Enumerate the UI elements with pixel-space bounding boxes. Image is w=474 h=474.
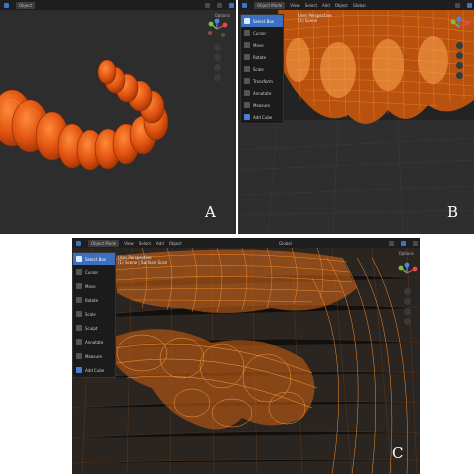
nav-controls[interactable] bbox=[456, 42, 463, 79]
tool-scale[interactable]: Scale bbox=[73, 307, 115, 321]
shading-icon[interactable] bbox=[205, 2, 210, 8]
scene-label: (1) Scene bbox=[298, 18, 318, 23]
tool-move[interactable]: Move bbox=[241, 39, 283, 51]
select-box-icon bbox=[76, 256, 82, 262]
add-cube-icon bbox=[76, 367, 82, 373]
panel-letter-c: C bbox=[392, 444, 404, 462]
viewport-panel-b[interactable]: Object Mode View Select Add Object Globa… bbox=[238, 0, 474, 234]
tool-add-cube[interactable]: Add Cube bbox=[241, 111, 283, 123]
viewport-header-a: Object bbox=[0, 0, 236, 10]
viewport-panel-a[interactable]: Object Options A bbox=[0, 0, 236, 234]
tool-cursor[interactable]: Cursor bbox=[73, 265, 115, 279]
rotate-icon bbox=[76, 297, 82, 303]
transform-orientation[interactable]: Global bbox=[279, 241, 292, 246]
tool-move[interactable]: Move bbox=[73, 279, 115, 293]
viewport-info: User Perspective (1) Scene | Surface Sca… bbox=[118, 255, 167, 265]
viewport-header-b: Object Mode View Select Add Object Globa… bbox=[238, 0, 474, 10]
grid-icon[interactable] bbox=[456, 72, 463, 79]
menu-add[interactable]: Add bbox=[156, 241, 164, 246]
select-box-icon bbox=[244, 18, 250, 24]
annotate-icon bbox=[76, 339, 82, 345]
hand-icon[interactable] bbox=[404, 298, 411, 305]
tool-transform[interactable]: Transform bbox=[241, 75, 283, 87]
menu-object[interactable]: Object bbox=[169, 241, 182, 246]
camera-icon[interactable] bbox=[456, 62, 463, 69]
nav-controls[interactable] bbox=[404, 288, 411, 325]
viewport-header-c: Object Mode View Select Add Object Globa… bbox=[72, 238, 420, 248]
tool-measure[interactable]: Measure bbox=[73, 349, 115, 363]
sculpt-icon bbox=[76, 325, 82, 331]
rotate-icon bbox=[244, 54, 250, 60]
toolbar-b: Select Box Cursor Move Rotate Scale Tran… bbox=[240, 14, 284, 124]
wireframe-shading-icon[interactable] bbox=[401, 240, 406, 246]
overlay-icon[interactable] bbox=[217, 2, 222, 8]
cursor-icon bbox=[244, 30, 250, 36]
menu-view[interactable]: View bbox=[290, 3, 300, 8]
editor-type-icon[interactable] bbox=[242, 2, 247, 8]
tool-scale[interactable]: Scale bbox=[241, 63, 283, 75]
tool-cursor[interactable]: Cursor bbox=[241, 27, 283, 39]
menu-view[interactable]: View bbox=[124, 241, 134, 246]
gizmo-icon[interactable] bbox=[448, 16, 470, 38]
tool-rotate[interactable]: Rotate bbox=[241, 51, 283, 63]
camera-icon[interactable] bbox=[404, 308, 411, 315]
panel-letter-b: B bbox=[447, 203, 459, 221]
dental-model-render bbox=[0, 59, 169, 171]
tool-select-box[interactable]: Select Box bbox=[73, 253, 115, 265]
scene-label: (1) Scene | Surface Scan bbox=[118, 260, 168, 265]
solid-shading-icon[interactable] bbox=[413, 240, 418, 246]
tool-rotate[interactable]: Rotate bbox=[73, 293, 115, 307]
tool-select-box[interactable]: Select Box bbox=[241, 15, 283, 27]
menu-select[interactable]: Select bbox=[305, 3, 317, 8]
wireframe-render-c bbox=[72, 248, 420, 474]
annotate-icon bbox=[244, 90, 250, 96]
tool-add-cube[interactable]: Add Cube bbox=[73, 363, 115, 377]
tool-measure[interactable]: Measure bbox=[241, 99, 283, 111]
tool-annotate[interactable]: Annotate bbox=[73, 335, 115, 349]
transform-icon bbox=[244, 78, 250, 84]
editor-type-icon[interactable] bbox=[4, 2, 9, 8]
viewport-panel-c[interactable]: Object Mode View Select Add Object Globa… bbox=[72, 238, 420, 474]
gizmo-icon[interactable] bbox=[396, 262, 418, 284]
measure-icon bbox=[76, 353, 82, 359]
hand-icon[interactable] bbox=[456, 52, 463, 59]
editor-type-icon[interactable] bbox=[76, 240, 81, 246]
toolbar-c: Select Box Cursor Move Rotate Scale Scul… bbox=[72, 252, 116, 378]
mode-select[interactable]: Object Mode bbox=[254, 1, 286, 9]
zoom-icon[interactable] bbox=[404, 288, 411, 295]
menu-add[interactable]: Add bbox=[322, 3, 330, 8]
scale-icon bbox=[244, 66, 250, 72]
move-icon bbox=[244, 42, 250, 48]
menu-object[interactable]: Object bbox=[335, 3, 348, 8]
move-icon bbox=[76, 283, 82, 289]
transform-orientation[interactable]: Global bbox=[353, 3, 366, 8]
options-label[interactable]: Options bbox=[399, 251, 414, 256]
measure-icon bbox=[244, 102, 250, 108]
panel-letter-a: A bbox=[205, 203, 216, 221]
tool-sculpt[interactable]: Sculpt bbox=[73, 321, 115, 335]
zoom-icon[interactable] bbox=[456, 42, 463, 49]
mode-select[interactable]: Object Mode bbox=[88, 239, 120, 247]
viewport-info: User Perspective (1) Scene bbox=[298, 13, 332, 23]
scale-icon bbox=[76, 311, 82, 317]
overlay-icon[interactable] bbox=[455, 2, 460, 8]
wireframe-shading-icon[interactable] bbox=[467, 2, 472, 8]
mode-select[interactable]: Object bbox=[16, 1, 36, 9]
grid-icon[interactable] bbox=[404, 318, 411, 325]
add-cube-icon bbox=[244, 114, 250, 120]
overlay-icon[interactable] bbox=[389, 240, 394, 246]
tool-annotate[interactable]: Annotate bbox=[241, 87, 283, 99]
menu-select[interactable]: Select bbox=[139, 241, 151, 246]
cursor-icon bbox=[76, 269, 82, 275]
solid-shading-icon[interactable] bbox=[229, 2, 234, 8]
